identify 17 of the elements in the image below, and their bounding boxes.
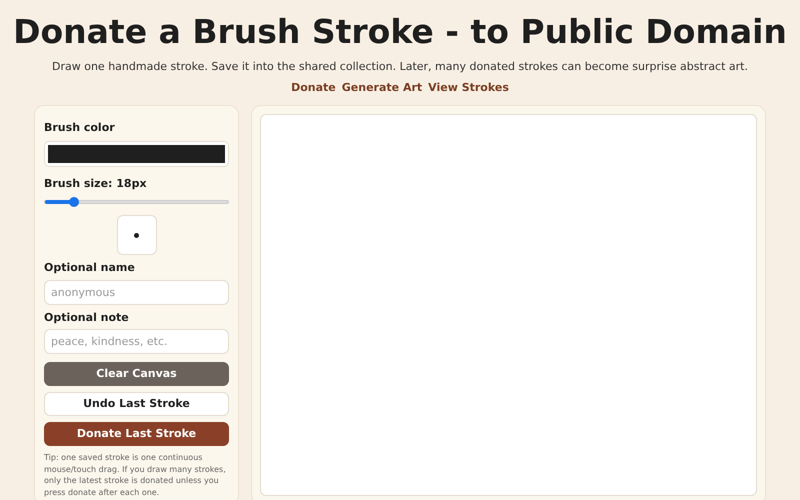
text-field[interactable]: anonymous: [44, 280, 229, 304]
field-label: Optional name: [44, 260, 136, 276]
field-label: Optional note: [44, 310, 130, 326]
tip-text: Tip: one saved stroke is one continuous mouse/touch drag. If you draw many strokes, only the latest stroke is donated unless you press donate after each one.: [44, 452, 227, 498]
nav-link[interactable]: Donate: [291, 80, 336, 96]
page-title: Donate a Brush Stroke - to Public Domain: [13, 11, 787, 53]
action-button[interactable]: Undo Last Stroke: [44, 392, 229, 416]
nav-link[interactable]: Generate Art: [342, 80, 422, 96]
action-button[interactable]: Donate Last Stroke: [44, 422, 229, 446]
action-button[interactable]: Clear Canvas: [44, 362, 229, 386]
slider-thumb[interactable]: [68, 197, 79, 207]
subtitle: Draw one handmade stroke. Save it into the shared collection. Later, many donated strokes can become surprise abstract art.: [52, 59, 748, 75]
nav-link[interactable]: View Strokes: [428, 80, 509, 96]
field-label: Brush size: 18px: [44, 176, 148, 192]
text-field[interactable]: peace, kindness, etc.: [44, 329, 229, 354]
color-picker[interactable]: [44, 140, 229, 166]
field-label: Brush color: [44, 120, 116, 136]
